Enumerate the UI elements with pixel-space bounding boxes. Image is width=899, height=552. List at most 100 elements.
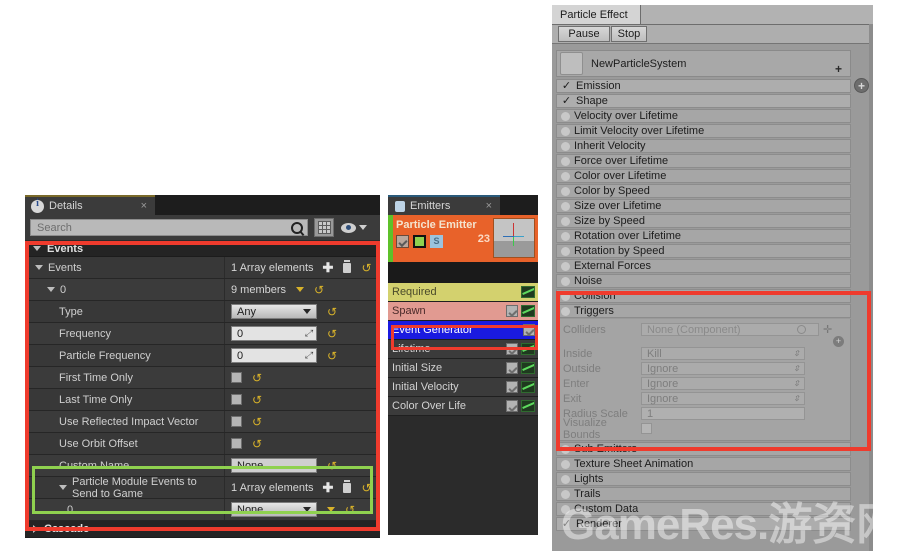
checkbox[interactable] bbox=[231, 394, 242, 405]
unity-module-row[interactable]: External Forces bbox=[556, 259, 851, 273]
category-cascade[interactable]: Cascade bbox=[25, 521, 380, 538]
module-toggle-icon[interactable] bbox=[561, 261, 570, 271]
delete-icon[interactable] bbox=[343, 479, 352, 493]
reset-icon[interactable]: ↺ bbox=[252, 416, 262, 428]
tab-particle-effect[interactable]: Particle Effect bbox=[552, 5, 641, 24]
reset-icon[interactable]: ↺ bbox=[361, 482, 371, 494]
module-enabled-checkbox[interactable] bbox=[506, 381, 518, 393]
emitter-module-row[interactable]: Color Over Life bbox=[388, 397, 538, 416]
search-input[interactable]: Search bbox=[30, 219, 308, 236]
unity-module-row[interactable]: Limit Velocity over Lifetime bbox=[556, 124, 851, 138]
dropdown-icon[interactable] bbox=[296, 287, 305, 292]
unity-module-row[interactable]: Color by Speed bbox=[556, 184, 851, 198]
module-toggle-icon[interactable] bbox=[561, 276, 570, 286]
trigger-dropdown[interactable]: Ignore ⇳ bbox=[641, 377, 805, 390]
emitter-render-icon[interactable] bbox=[413, 235, 426, 248]
chevron-down-icon[interactable] bbox=[35, 265, 43, 270]
curve-editor-icon[interactable] bbox=[521, 362, 535, 374]
dropdown-icon[interactable] bbox=[327, 507, 335, 512]
details-row[interactable]: Use Reflected Impact Vector ↺ bbox=[25, 411, 380, 433]
add-particle-system-button[interactable]: + bbox=[854, 78, 869, 93]
colliders-object-field[interactable]: None (Component) bbox=[641, 323, 819, 336]
module-enabled-checkbox[interactable] bbox=[506, 343, 518, 355]
unity-module-row[interactable]: Custom Data bbox=[556, 502, 851, 516]
reset-icon[interactable]: ↺ bbox=[252, 394, 262, 406]
emitter-module-row[interactable]: Lifetime bbox=[388, 340, 538, 359]
unity-module-row[interactable]: Collision bbox=[556, 289, 851, 303]
trigger-dropdown[interactable]: Ignore ⇳ bbox=[641, 362, 805, 375]
module-toggle-icon[interactable] bbox=[561, 504, 570, 514]
close-icon[interactable]: × bbox=[141, 201, 147, 212]
enabled-checkbox-icon[interactable] bbox=[396, 235, 409, 248]
delete-icon[interactable] bbox=[343, 259, 352, 273]
solo-s-icon[interactable]: S bbox=[430, 235, 443, 248]
module-toggle-icon[interactable] bbox=[561, 474, 570, 484]
emitter-module-row[interactable]: Required bbox=[388, 283, 538, 302]
emitter-module-row[interactable]: Spawn bbox=[388, 302, 538, 321]
trigger-dropdown[interactable]: Ignore ⇳ bbox=[641, 392, 805, 405]
unity-module-row[interactable]: Size over Lifetime bbox=[556, 199, 851, 213]
module-checked-icon[interactable]: ✓ bbox=[561, 518, 572, 530]
unity-module-row[interactable]: Rotation over Lifetime bbox=[556, 229, 851, 243]
emitter-module-row[interactable]: Initial Size bbox=[388, 359, 538, 378]
curve-editor-icon[interactable] bbox=[521, 343, 535, 355]
unity-module-row[interactable]: Color over Lifetime bbox=[556, 169, 851, 183]
close-icon[interactable]: × bbox=[486, 201, 492, 212]
add-collider-plus-icon[interactable]: ✛ bbox=[823, 324, 832, 335]
module-enabled-checkbox[interactable] bbox=[506, 305, 518, 317]
unity-module-row[interactable]: Inherit Velocity bbox=[556, 139, 851, 153]
details-row[interactable]: Type Any ↺ bbox=[25, 301, 380, 323]
reset-icon[interactable]: ↺ bbox=[361, 262, 371, 274]
tab-emitters[interactable]: Emitters × bbox=[388, 195, 500, 215]
module-toggle-icon[interactable] bbox=[561, 216, 570, 226]
module-toggle-icon[interactable] bbox=[561, 186, 570, 196]
details-row[interactable]: 0 None ↺ bbox=[25, 499, 380, 521]
curve-editor-icon[interactable] bbox=[521, 400, 535, 412]
module-toggle-icon[interactable] bbox=[561, 156, 570, 166]
emitter-module-row[interactable]: Initial Velocity bbox=[388, 378, 538, 397]
details-row[interactable]: Events 1 Array elements ✚ ↺ bbox=[25, 257, 380, 279]
reset-icon[interactable]: ↺ bbox=[327, 460, 337, 472]
module-checked-icon[interactable]: ✓ bbox=[561, 80, 572, 92]
dropdown-select[interactable]: Any bbox=[231, 304, 317, 319]
module-enabled-checkbox[interactable] bbox=[506, 400, 518, 412]
unity-module-row[interactable]: Sub Emitters bbox=[556, 442, 851, 456]
emitter-header[interactable]: Particle Emitter S 23 bbox=[388, 215, 538, 262]
module-toggle-icon[interactable] bbox=[561, 201, 570, 211]
module-toggle-icon[interactable] bbox=[561, 231, 570, 241]
reset-icon[interactable]: ↺ bbox=[252, 372, 262, 384]
module-enabled-checkbox[interactable] bbox=[506, 362, 518, 374]
details-row[interactable]: Particle Frequency 0 ⤢ ↺ bbox=[25, 345, 380, 367]
number-input[interactable]: 0 ⤢ bbox=[231, 348, 317, 363]
module-toggle-icon[interactable] bbox=[561, 444, 570, 454]
radius-scale-input[interactable]: 1 bbox=[641, 407, 805, 420]
vertical-scrollbar[interactable] bbox=[869, 24, 873, 551]
module-toggle-icon[interactable] bbox=[561, 246, 570, 256]
details-row[interactable]: Frequency 0 ⤢ ↺ bbox=[25, 323, 380, 345]
curve-editor-icon[interactable] bbox=[521, 381, 535, 393]
reset-icon[interactable]: ↺ bbox=[314, 284, 324, 296]
drag-handle-icon[interactable]: ⤢ bbox=[305, 351, 312, 360]
module-toggle-icon[interactable] bbox=[561, 459, 570, 469]
unity-module-row[interactable]: Triggers bbox=[556, 304, 851, 318]
category-events[interactable]: Events bbox=[25, 241, 380, 257]
object-picker-icon[interactable] bbox=[797, 325, 806, 334]
chevron-down-icon[interactable] bbox=[59, 485, 67, 490]
number-input[interactable]: 0 ⤢ bbox=[231, 326, 317, 341]
unity-module-row[interactable]: ✓ Shape bbox=[556, 94, 851, 108]
expand-plus-icon[interactable]: + bbox=[835, 63, 842, 75]
stop-button[interactable]: Stop bbox=[611, 26, 647, 42]
unity-module-row[interactable]: Size by Speed bbox=[556, 214, 851, 228]
reset-icon[interactable]: ↺ bbox=[252, 438, 262, 450]
module-toggle-icon[interactable] bbox=[561, 306, 570, 316]
eye-icon[interactable] bbox=[341, 222, 356, 233]
add-element-icon[interactable]: ✚ bbox=[323, 261, 334, 274]
module-checked-icon[interactable]: ✓ bbox=[561, 95, 572, 107]
dropdown-select[interactable]: None bbox=[231, 502, 317, 517]
checkbox[interactable] bbox=[231, 372, 242, 383]
unity-module-row[interactable]: Noise bbox=[556, 274, 851, 288]
curve-editor-icon[interactable] bbox=[521, 305, 535, 317]
unity-module-row[interactable]: ✓ Emission bbox=[556, 79, 851, 93]
unity-module-row[interactable]: Trails bbox=[556, 487, 851, 501]
drag-handle-icon[interactable]: ⤢ bbox=[305, 329, 312, 338]
